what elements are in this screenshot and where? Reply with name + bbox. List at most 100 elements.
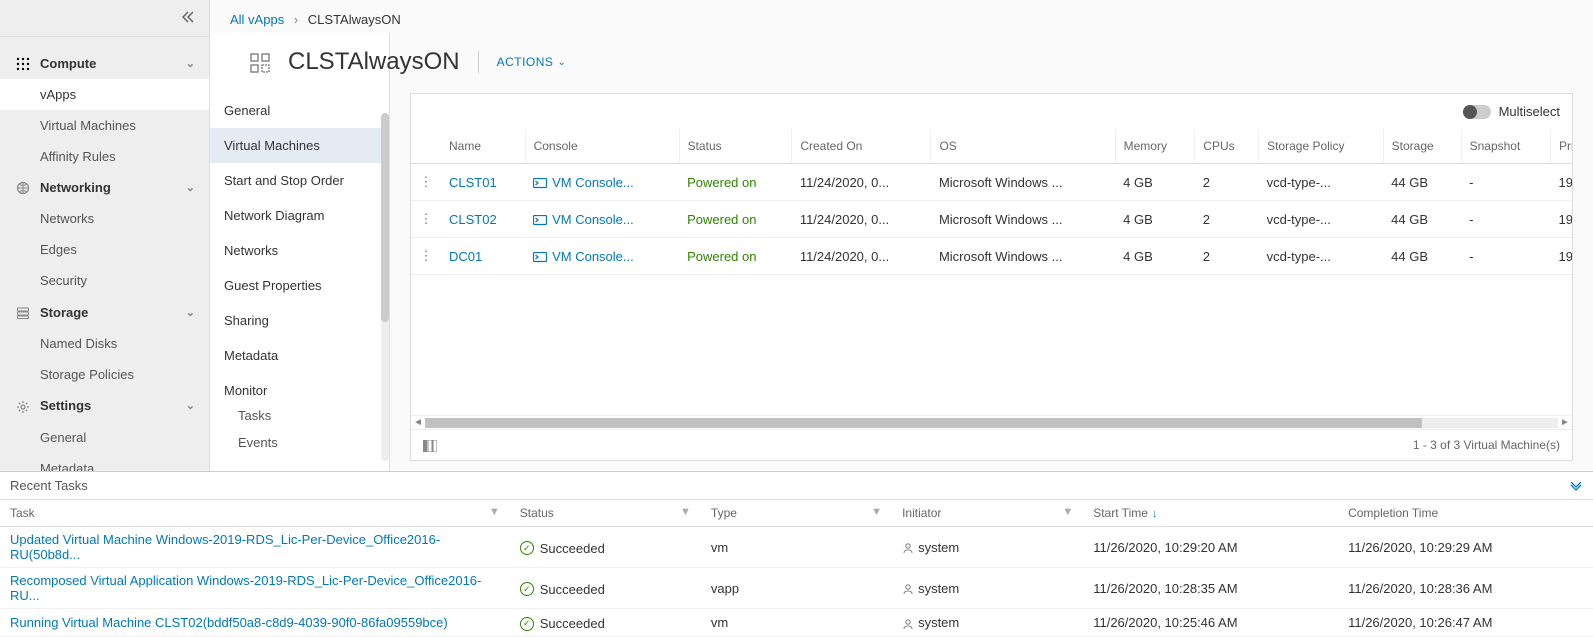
subnav-start-stop-order[interactable]: Start and Stop Order: [210, 163, 389, 198]
success-icon: ✓: [520, 541, 534, 555]
nav-item-security[interactable]: Security: [0, 265, 209, 296]
task-link[interactable]: Running Virtual Machine CLST02(bddf50a8-…: [10, 615, 448, 630]
nav-group-label: Storage: [40, 305, 88, 320]
breadcrumb-root-link[interactable]: All vApps: [230, 12, 284, 27]
nav-group-storage[interactable]: Storage ⌄: [0, 296, 209, 328]
col-storage[interactable]: Storage: [1383, 129, 1461, 164]
row-actions-menu[interactable]: ⋮: [411, 238, 441, 275]
vm-console-link[interactable]: VM Console...: [533, 212, 634, 227]
task-start-time: 11/26/2020, 10:29:20 AM: [1083, 527, 1338, 568]
nav-group-networking[interactable]: Networking ⌄: [0, 172, 209, 204]
task-link[interactable]: Updated Virtual Machine Windows-2019-RDS…: [10, 532, 440, 562]
vm-name-link[interactable]: DC01: [449, 249, 482, 264]
nav-item-metadata[interactable]: Metadata: [0, 453, 209, 471]
col-cpus[interactable]: CPUs: [1195, 129, 1259, 164]
subnav-metadata[interactable]: Metadata: [210, 338, 389, 373]
tasks-col-start[interactable]: Start Time↓: [1083, 500, 1338, 527]
subnav-sharing[interactable]: Sharing: [210, 303, 389, 338]
filter-icon[interactable]: ▼: [1062, 506, 1073, 518]
tasks-expand-button[interactable]: [1569, 478, 1583, 493]
page-title: CLSTAlwaysON: [390, 48, 460, 76]
vm-memory: 4 GB: [1115, 238, 1195, 275]
subnav-virtual-machines[interactable]: Virtual Machines: [210, 128, 389, 163]
vm-console-link[interactable]: VM Console...: [533, 249, 634, 264]
vm-created: 11/24/2020, 0...: [792, 238, 931, 275]
tasks-col-type[interactable]: Type▼: [701, 500, 892, 527]
nav-item-networks[interactable]: Networks: [0, 203, 209, 234]
col-snapshot[interactable]: Snapshot: [1461, 129, 1550, 164]
task-link[interactable]: Recomposed Virtual Application Windows-2…: [10, 573, 481, 603]
vm-name-link[interactable]: CLST01: [449, 175, 497, 190]
task-start-time: 11/26/2020, 10:28:35 AM: [1083, 568, 1338, 609]
nav-item-edges[interactable]: Edges: [0, 234, 209, 265]
task-initiator: system: [892, 609, 1083, 637]
subnav-monitor-header: Monitor: [210, 373, 389, 402]
col-primary-ip[interactable]: Primary IP Address: [1550, 129, 1572, 164]
scroll-right-arrow[interactable]: ►: [1558, 417, 1572, 428]
table-row: ⋮ CLST01 VM Console... Powered on 11/24/…: [411, 164, 1572, 201]
nav-item-named-disks[interactable]: Named Disks: [0, 328, 209, 359]
filter-icon[interactable]: ▼: [489, 506, 500, 518]
filter-icon[interactable]: ▼: [871, 506, 882, 518]
vm-console-link[interactable]: VM Console...: [533, 175, 634, 190]
subnav-tasks[interactable]: Tasks: [210, 402, 389, 429]
task-completion-time: 11/26/2020, 10:28:36 AM: [1338, 568, 1593, 609]
vm-storage: 44 GB: [1383, 238, 1461, 275]
sidebar-collapse-button[interactable]: [181, 8, 195, 24]
subnav-networks[interactable]: Networks: [210, 233, 389, 268]
col-memory[interactable]: Memory: [1115, 129, 1195, 164]
actions-button[interactable]: ACTIONS ⌄: [497, 55, 567, 69]
col-status[interactable]: Status: [679, 129, 792, 164]
nav-item-vapps[interactable]: vApps: [0, 79, 209, 110]
vm-created: 11/24/2020, 0...: [792, 201, 931, 238]
tasks-col-initiator[interactable]: Initiator▼: [892, 500, 1083, 527]
user-icon: [902, 540, 914, 555]
task-initiator: system: [892, 527, 1083, 568]
tasks-col-task[interactable]: Task▼: [0, 500, 510, 527]
vm-cpus: 2: [1195, 164, 1259, 201]
col-created[interactable]: Created On: [792, 129, 931, 164]
vm-cpus: 2: [1195, 201, 1259, 238]
vm-ip: 192.168.2.2: [1550, 238, 1572, 275]
user-icon: [902, 581, 914, 596]
task-start-time: 11/26/2020, 10:25:46 AM: [1083, 609, 1338, 637]
table-horizontal-scrollbar[interactable]: ◄ ►: [411, 415, 1572, 429]
subnav-general[interactable]: General: [210, 93, 389, 128]
vm-policy: vcd-type-...: [1259, 164, 1384, 201]
col-storage-policy[interactable]: Storage Policy: [1259, 129, 1384, 164]
subnav-guest-properties[interactable]: Guest Properties: [210, 268, 389, 303]
nav-group-settings[interactable]: Settings ⌄: [0, 390, 209, 422]
nav-group-compute[interactable]: Compute ⌄: [0, 47, 209, 79]
sort-desc-icon: ↓: [1152, 508, 1158, 520]
multiselect-toggle[interactable]: [1463, 105, 1491, 119]
subnav-events[interactable]: Events: [210, 429, 389, 456]
table-footer-count: 1 - 3 of 3 Virtual Machine(s): [1413, 438, 1560, 452]
column-toggle-button[interactable]: [423, 438, 437, 452]
nav-item-general[interactable]: General: [0, 422, 209, 453]
nav-item-affinity-rules[interactable]: Affinity Rules: [0, 141, 209, 172]
nav-item-virtual-machines[interactable]: Virtual Machines: [0, 110, 209, 141]
vm-ip: 192.168.2.8: [1550, 164, 1572, 201]
chevron-down-icon: ⌄: [186, 57, 195, 70]
chevron-down-icon: ⌄: [186, 399, 195, 412]
tasks-col-status[interactable]: Status▼: [510, 500, 701, 527]
row-actions-menu[interactable]: ⋮: [411, 164, 441, 201]
col-name[interactable]: Name: [441, 129, 525, 164]
scroll-left-arrow[interactable]: ◄: [411, 417, 425, 428]
subnav-scrollbar[interactable]: [381, 113, 389, 461]
col-os[interactable]: OS: [931, 129, 1115, 164]
task-type: vm: [701, 609, 892, 637]
table-row: ⋮ DC01 VM Console... Powered on 11/24/20…: [411, 238, 1572, 275]
subnav-network-diagram[interactable]: Network Diagram: [210, 198, 389, 233]
console-icon: [533, 249, 547, 263]
vm-name-link[interactable]: CLST02: [449, 212, 497, 227]
filter-icon[interactable]: ▼: [680, 506, 691, 518]
nav-item-storage-policies[interactable]: Storage Policies: [0, 359, 209, 390]
task-initiator: system: [892, 568, 1083, 609]
vm-policy: vcd-type-...: [1259, 201, 1384, 238]
col-console[interactable]: Console: [525, 129, 679, 164]
breadcrumb-current: CLSTAlwaysON: [308, 12, 401, 27]
success-icon: ✓: [520, 582, 534, 596]
tasks-col-completion[interactable]: Completion Time: [1338, 500, 1593, 527]
row-actions-menu[interactable]: ⋮: [411, 201, 441, 238]
